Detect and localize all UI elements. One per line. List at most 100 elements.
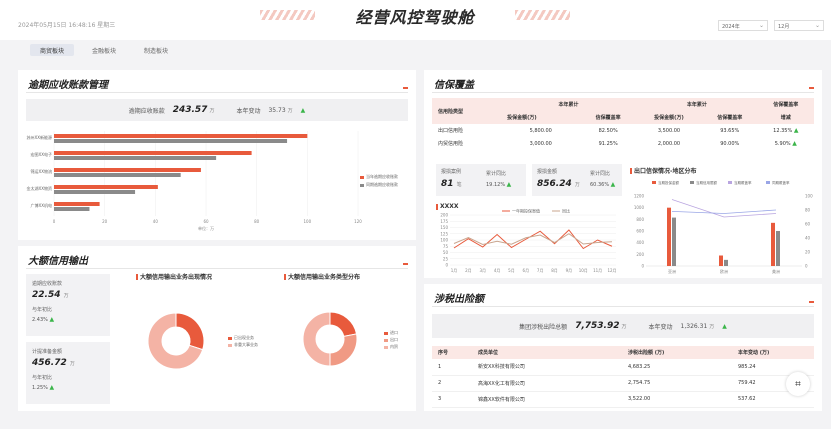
tick-label: 600 [636,229,644,234]
overdue-panel: 逾期应收账款管理 逾期应收账款 243.57 万 本年变动 35.73 万 ▲ 02… [18,70,416,240]
tick-label: 80 [805,208,811,213]
legend-label: 同比 [562,208,570,214]
tax-change-unit: 万 [709,323,715,330]
guarantee-table: 信用险类型 本年累计 本年累计 信保覆盖率 投保金额(万) 信保覆盖率 投保金额… [432,98,814,150]
tax-table-wrap: 序号 成员单位 涉税出险额 (万) 本年变动 (万) 1 新安XX科技有限公司 … [432,346,814,408]
tick-label: 12月 [607,268,616,273]
case-label: 报损案例 [441,169,462,175]
tab-finance[interactable]: 金融板块 [82,44,126,56]
overdue-bar-chart: 0 20 40 60 80 100 120 单位：万 苏州XX新能源宏图XX电子锦运XX物流金太… [27,131,362,231]
tick-label: 50 [443,250,449,255]
overdue-summary-value: 243.57 [172,105,208,115]
pie2-legend-label: 出口 [390,337,398,342]
cell-change-wrap: 12.35% ▲ [758,124,814,137]
overdue-title: 逾期应收账款管理 [28,76,108,93]
pie1-legend-label: 非重大事业务 [234,342,258,347]
guarantee-title: 信保覆盖 [434,76,474,93]
month-select[interactable]: 12月 ⌄ [774,20,824,31]
arrow-up-icon: ▲ [792,140,797,147]
tick-label: 6月 [523,268,530,273]
bar [54,207,90,211]
overdue-change-label: 本年变动 [236,107,261,115]
chevron-down-icon: ⌄ [814,22,820,29]
cell-amount1: 3,000.00 [529,140,552,147]
cell-type: 出口信用险 [438,128,464,134]
category-label: 锦运XX物流 [31,168,52,174]
tick-label: 200 [440,213,448,218]
tax-summary-label: 集团涉税出险总额 [519,323,568,331]
cell-type: 内贸信用险 [438,141,464,147]
tick-label: 100 [304,219,312,224]
case-value-row: 81 笔 [441,179,462,189]
cell-unit: 高海XX化工有限公司 [472,375,622,392]
cell-rate2: 93.65% [720,127,740,134]
tax-summary: 集团涉税出险总额 7,753.92 万 本年变动 1,326.31 万 ▲ [432,314,814,338]
bar [771,222,775,266]
tick-label: 20 [102,219,108,224]
claims-amount-card: 报损金额 856.24 万 累计同比 60.36% ▲ [532,164,622,196]
divider [26,92,408,93]
legend-swatch [228,343,232,347]
cell-rate1: 91.25% [598,140,618,147]
cell-unit: 锦鑫XX软件有限公司 [472,391,622,408]
case-value: 81 [441,179,454,189]
pie-slice [329,333,358,367]
datetime: 2024年05月15日 16:48:16 星期三 [18,22,116,29]
cell-no: 3 [432,391,472,408]
chevron-down-icon: ⌄ [758,22,764,29]
cell-amount: 3,522.00 [622,391,732,408]
overdue-summary-unit: 万 [209,107,215,114]
tick-label: 1000 [634,205,645,210]
legend-swatch [360,183,364,187]
pie1-legend-label: 已出现业务 [234,335,254,340]
scan-button[interactable]: ⌗ [786,372,810,396]
pie1-legend-1: 非重大事业务 [228,342,258,348]
guarantee-table-wrap: 信用险类型 本年累计 本年累计 信保覆盖率 投保金额(万) 信保覆盖率 投保金额… [432,98,814,158]
tab-trade[interactable]: 商贸板块 [30,44,75,56]
col-amount2: 投保金额(万) [636,111,702,124]
category-label: 广博XX机电 [31,202,52,208]
tick-label: 25 [443,256,449,261]
col-group1: 本年累计 [501,98,637,111]
table-header-row: 序号 成员单位 涉税出险额 (万) 本年变动 (万) [432,346,814,359]
tick-label: 60 [203,219,209,224]
year-select[interactable]: 2024年 ⌄ [718,20,768,31]
pie2-legend-label: 内贸 [390,344,398,349]
tick-label: 美洲 [772,268,780,274]
table-header-row: 信用险类型 本年累计 本年累计 信保覆盖率 [432,98,814,124]
tick-label: 10月 [579,268,588,273]
tick-label: 4月 [494,268,501,273]
pie2-legend-2: 内贸 [384,344,398,350]
overdue-summary-label: 逾期应收账款 [128,107,165,115]
arrow-up-icon: ▲ [610,181,616,188]
amount-label: 报损金额 [537,169,558,175]
amount-value-row: 856.24 万 [537,179,580,189]
col-amount1: 投保金额(万) [501,111,581,124]
cell-change: 12.35% [773,128,793,134]
legend-prior-label: 同期逾期应收账款 [366,182,398,187]
cell-amount2: 2,000.00 [657,140,681,147]
tax-summary-unit: 万 [621,323,627,330]
cell-amount2: 3,500.00 [657,127,681,134]
cell-unit: 新安XX科技有限公司 [472,359,622,376]
bar [54,173,181,177]
table-row: 1 新安XX科技有限公司 4,683.25 985.24 [432,359,814,376]
col-group2: 本年累计 [636,98,758,111]
bar [719,255,723,266]
pie-slice [175,312,205,351]
bar [54,151,252,155]
tax-table: 序号 成员单位 涉税出险额 (万) 本年变动 (万) 1 新安XX科技有限公司 … [432,346,814,408]
tick-label: 5月 [508,268,515,273]
axis-label: 单位：万 [198,225,214,231]
cell-amount: 4,683.25 [622,359,732,376]
region-title-row: 出口信保情况-地区分布 [630,166,697,175]
case-yoy-label: 累计同比 [486,171,507,177]
tick-label: 11月 [593,268,602,273]
legend-swatch [728,181,732,184]
legend-label: 同期覆盖率 [772,180,790,185]
tab-manufacturing[interactable]: 制造板块 [134,44,178,56]
legend-label: 一年期投保案值 [512,208,540,214]
tax-panel: 涉税出险额 集团涉税出险总额 7,753.92 万 本年变动 1,326.31 万 … [424,284,822,411]
header: 2024年05月15日 16:48:16 星期三 经营风控驾驶舱 2024年 ⌄… [0,0,831,40]
cell-rate2: 90.00% [720,140,740,147]
